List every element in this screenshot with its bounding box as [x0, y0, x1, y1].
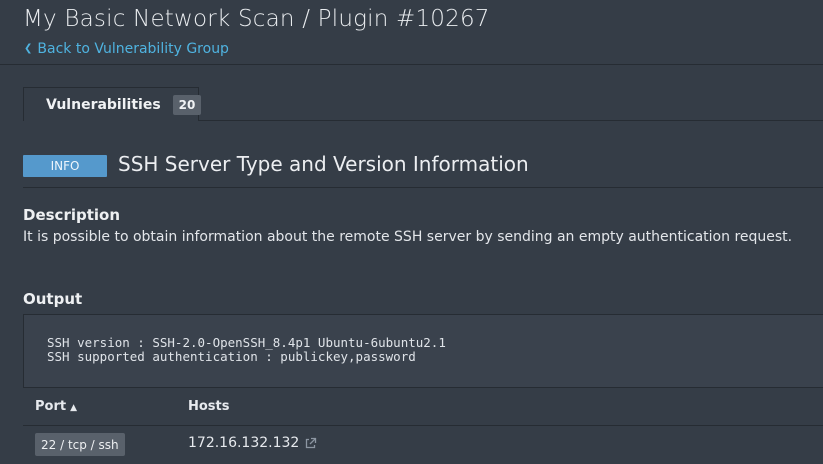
plugin-name-divider: [23, 187, 823, 188]
description-text: It is possible to obtain information abo…: [23, 229, 793, 245]
severity-badge: INFO: [23, 155, 107, 177]
port-column-header[interactable]: Port ▲: [35, 399, 77, 414]
plugin-output-box: SSH version : SSH-2.0-OpenSSH_8.4p1 Ubun…: [23, 314, 823, 388]
external-link-icon[interactable]: [304, 437, 317, 450]
chevron-left-icon: ❮: [24, 43, 33, 54]
hosts-table-header: Port ▲ Hosts: [23, 388, 823, 426]
plugin-name: SSH Server Type and Version Information: [118, 152, 529, 176]
description-heading: Description: [23, 206, 121, 224]
header-divider: [0, 64, 823, 65]
host-ip[interactable]: 172.16.132.132: [188, 435, 299, 451]
page-title: My Basic Network Scan / Plugin #10267: [23, 6, 490, 32]
sort-ascending-icon: ▲: [70, 403, 78, 413]
output-heading: Output: [23, 290, 83, 308]
output-line: SSH version : SSH-2.0-OpenSSH_8.4p1 Ubun…: [47, 335, 446, 350]
tab-vulnerabilities-label: Vulnerabilities: [46, 96, 161, 113]
back-to-vulnerability-group-link[interactable]: ❮ Back to Vulnerability Group: [24, 41, 229, 57]
tab-vulnerabilities-count: 20: [172, 94, 202, 115]
table-row[interactable]: 22 / tcp / ssh 172.16.132.132: [23, 426, 823, 464]
port-badge: 22 / tcp / ssh: [35, 433, 125, 456]
back-link-label: Back to Vulnerability Group: [37, 41, 229, 57]
hosts-column-header[interactable]: Hosts: [188, 399, 230, 414]
tab-vulnerabilities[interactable]: Vulnerabilities 20: [23, 87, 202, 121]
output-line: SSH supported authentication : publickey…: [47, 349, 416, 364]
port-column-label: Port: [35, 399, 67, 414]
